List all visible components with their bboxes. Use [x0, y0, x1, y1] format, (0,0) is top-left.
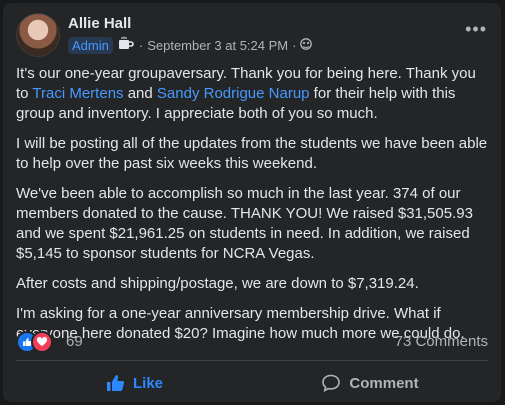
thumbs-up-icon — [106, 375, 125, 391]
post-header: Allie Hall Admin · September 3 at 5:24 P… — [16, 13, 489, 59]
comment-label: Comment — [349, 374, 419, 392]
mention-traci-mertens[interactable]: Traci Mertens — [32, 85, 123, 102]
comments-count-link[interactable]: 73 Comments — [395, 333, 488, 350]
post-meta: Admin · September 3 at 5:24 PM · — [68, 35, 313, 55]
avatar[interactable] — [16, 13, 60, 57]
like-label: Like — [132, 374, 163, 392]
comment-icon — [322, 374, 341, 393]
admin-badge[interactable]: Admin — [68, 36, 113, 54]
meta-separator: · — [138, 37, 144, 53]
paragraph-1: It's our one-year groupaversary. Thank y… — [16, 65, 476, 122]
coffee-cup-icon — [117, 36, 135, 55]
post-timestamp[interactable]: September 3 at 5:24 PM — [147, 38, 288, 53]
meta-separator-2: · — [292, 37, 297, 53]
audience-group-icon[interactable] — [300, 37, 313, 53]
reaction-icons[interactable] — [16, 331, 60, 353]
paragraph-4: After costs and shipping/postage, we are… — [16, 275, 419, 292]
like-button[interactable]: Like — [16, 366, 252, 400]
love-reaction-icon — [31, 331, 53, 353]
post-body: It's our one-year groupaversary. Thank y… — [16, 64, 490, 354]
author-name[interactable]: Allie Hall — [68, 15, 131, 32]
action-bar: Like Comment — [16, 366, 488, 400]
paragraph-2: I will be posting all of the updates fro… — [16, 135, 488, 172]
divider — [16, 360, 488, 361]
comment-button[interactable]: Comment — [252, 366, 488, 400]
reaction-count[interactable]: 69 — [66, 333, 83, 350]
more-options-button[interactable]: ••• — [465, 20, 487, 38]
post-card: Allie Hall Admin · September 3 at 5:24 P… — [3, 3, 501, 402]
mention-sandy-rodrigue-narup[interactable]: Sandy Rodrigue Narup — [157, 85, 310, 102]
paragraph-3: We've been able to accomplish so much in… — [16, 185, 473, 262]
reactions-bar: 69 73 Comments — [16, 329, 488, 353]
